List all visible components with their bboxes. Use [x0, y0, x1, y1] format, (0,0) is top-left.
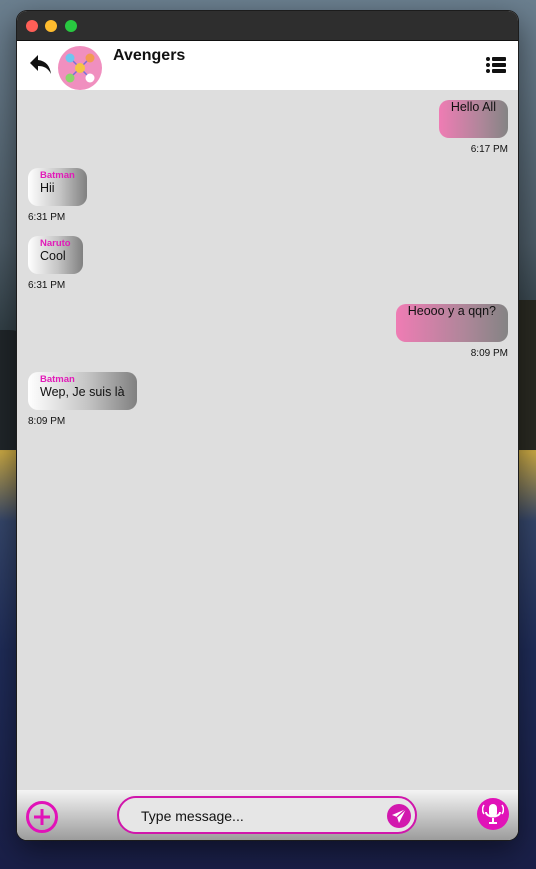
message-bubble[interactable]: Naruto Cool	[28, 236, 83, 274]
message-incoming: Batman Hii 6:31 PM	[28, 168, 87, 223]
close-window-button[interactable]	[26, 20, 38, 32]
message-time: 6:17 PM	[470, 144, 508, 155]
microphone-icon[interactable]	[477, 798, 509, 830]
message-text: Hii	[40, 181, 55, 195]
sender-name: Batman	[40, 374, 75, 385]
chat-title: Avengers	[113, 47, 186, 64]
list-menu-icon[interactable]	[486, 56, 506, 74]
message-bubble[interactable]: Heooo y a qqn?	[395, 304, 508, 342]
message-incoming: Batman Wep, Je suis là 8:09 PM	[28, 372, 137, 427]
group-avatar-icon[interactable]	[58, 46, 102, 90]
message-text: Heooo y a qqn?	[407, 304, 496, 318]
message-list: Hello All 6:17 PM Batman Hii 6:31 PM Nar…	[17, 90, 518, 790]
plus-circle-icon[interactable]	[26, 801, 58, 833]
message-text: Cool	[40, 249, 66, 263]
composer-bar	[17, 790, 518, 840]
minimize-window-button[interactable]	[45, 20, 57, 32]
message-input-container	[117, 796, 417, 834]
message-time: 8:09 PM	[28, 416, 66, 427]
chat-window: Avengers Hello All 6:17 PM Batman Hii 6:…	[17, 11, 518, 840]
message-input[interactable]	[139, 804, 373, 828]
message-text: Wep, Je suis là	[40, 385, 125, 399]
message-time: 6:31 PM	[28, 280, 66, 291]
sender-name: Batman	[40, 170, 75, 181]
message-time: 6:31 PM	[28, 212, 66, 223]
paper-plane-icon[interactable]	[387, 804, 411, 828]
sender-name: Naruto	[40, 238, 71, 249]
maximize-window-button[interactable]	[65, 20, 77, 32]
back-arrow-icon[interactable]	[29, 54, 53, 76]
message-bubble[interactable]: Batman Wep, Je suis là	[28, 372, 137, 410]
title-bar	[17, 11, 518, 41]
chat-header: Avengers	[17, 41, 518, 90]
message-outgoing: Heooo y a qqn? 8:09 PM	[395, 304, 508, 359]
message-text: Hello All	[450, 100, 496, 114]
message-time: 8:09 PM	[470, 348, 508, 359]
message-bubble[interactable]: Hello All	[438, 100, 508, 138]
message-outgoing: Hello All 6:17 PM	[438, 100, 508, 155]
message-incoming: Naruto Cool 6:31 PM	[28, 236, 83, 291]
message-bubble[interactable]: Batman Hii	[28, 168, 87, 206]
